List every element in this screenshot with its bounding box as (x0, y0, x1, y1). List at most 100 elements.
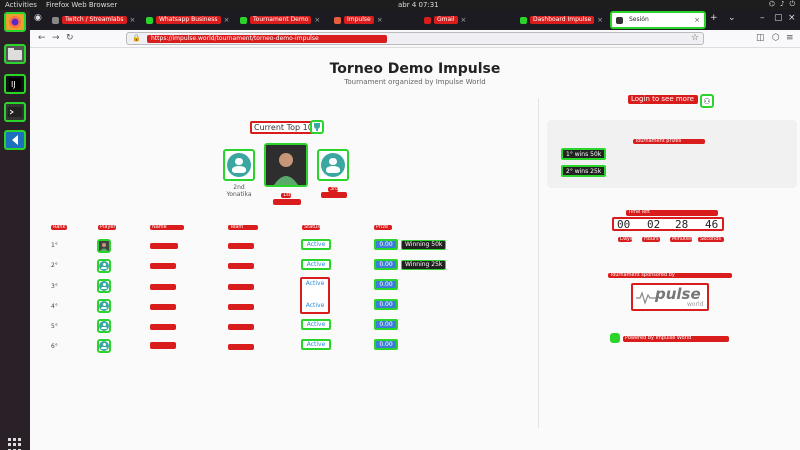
lock-icon: 🔒 (132, 34, 141, 42)
row-4-avatar[interactable] (97, 299, 111, 313)
close-tab-icon[interactable]: × (461, 16, 467, 24)
table-header-name: Name (150, 222, 184, 233)
close-window-icon[interactable]: × (788, 13, 796, 23)
footer-link[interactable]: Powered by Impulse World (623, 336, 729, 342)
row-5-avatar[interactable] (97, 319, 111, 333)
dock-intellij-icon[interactable]: IJ (4, 74, 26, 94)
row-4-status-button[interactable]: Active (304, 302, 326, 309)
network-icon: ⌬ (768, 0, 775, 8)
player-photo-icon (99, 241, 109, 251)
minimize-icon[interactable]: – (760, 13, 765, 23)
tab-5[interactable]: Gmail × (420, 12, 514, 28)
leaderboard-title-wrap: Current Top 10 (250, 121, 317, 134)
power-icon: ⏻ (789, 0, 795, 8)
user-placeholder-icon (227, 153, 251, 177)
prizes-card: Tournament prizes 1° wins 50k 2° wins 25… (547, 120, 797, 188)
show-apps-icon[interactable] (8, 438, 22, 450)
footer-link-wrap[interactable]: Powered by Impulse World (623, 334, 729, 345)
reload-icon[interactable]: ↻ (66, 33, 74, 43)
user-placeholder-icon (99, 261, 109, 271)
table-header-prize: Prize (374, 222, 392, 233)
tab-4[interactable]: Impulse × (330, 12, 418, 28)
row-2-amount-button[interactable]: 0.00 (374, 259, 398, 270)
user-placeholder-icon (321, 153, 345, 177)
forward-icon[interactable]: → (52, 33, 60, 43)
tab-7-active[interactable]: Sesión × (610, 11, 706, 29)
url-bar[interactable]: 🔒 https://impulse.world/tournament/torne… (126, 32, 704, 45)
tab-favicon-icon (52, 16, 59, 24)
back-icon[interactable]: ← (38, 33, 46, 43)
dock-files-icon[interactable] (4, 44, 26, 64)
clock[interactable]: abr 4 07:31 (398, 1, 439, 9)
bookmark-star-icon[interactable]: ☆ (691, 33, 699, 43)
row-2-status-button[interactable]: Active (301, 259, 331, 270)
new-tab-icon[interactable]: + (710, 13, 718, 23)
browser-tab-bar: ◉ Twitch / Streamlabs × Whatsapp Busines… (30, 10, 800, 30)
player-photo-icon (266, 145, 306, 185)
podium-third-name (321, 192, 347, 198)
row-6-amount-button[interactable]: 0.00 (374, 339, 398, 350)
row-6-avatar[interactable] (97, 339, 111, 353)
row-5-amount-button[interactable]: 0.00 (374, 319, 398, 330)
podium-first-name-wrap (273, 197, 301, 208)
table-header-player: Player (98, 225, 116, 230)
row-5-status-button[interactable]: Active (301, 319, 331, 330)
row-5-name (150, 322, 176, 333)
tab-3[interactable]: Tournament Demo × (236, 12, 326, 28)
sponsor-logo[interactable]: pulse world (631, 283, 709, 311)
row-5-team (228, 322, 254, 333)
menu-icon[interactable]: ≡ (786, 33, 794, 43)
prize-2-badge: 2° wins 25k (561, 165, 607, 177)
tab-2[interactable]: Whatsapp Business × (142, 12, 238, 28)
podium-second-avatar[interactable] (223, 149, 255, 181)
login-label: Login to see more (628, 95, 698, 104)
close-tab-icon[interactable]: × (130, 16, 136, 24)
close-tab-icon[interactable]: × (597, 16, 603, 24)
tab-list-icon[interactable]: ⌄ (728, 13, 736, 23)
row-3-amount-button[interactable]: 0.00 (374, 279, 398, 290)
dock-firefox-icon[interactable] (4, 12, 26, 32)
row-4-amount-button[interactable]: 0.00 (374, 299, 398, 310)
close-tab-icon[interactable]: × (377, 16, 383, 24)
timer-seconds: 46 (705, 218, 719, 231)
timer-unit-days: Days (618, 237, 632, 242)
footer-link-icon[interactable] (610, 333, 620, 343)
user-placeholder-icon (99, 301, 109, 311)
close-tab-icon[interactable]: × (694, 16, 700, 24)
system-tray[interactable]: ⌬ ♪ ⏻ (769, 0, 795, 9)
row-3-team (228, 282, 254, 293)
user-placeholder-icon (99, 281, 109, 291)
firefox-view-icon[interactable]: ◉ (34, 13, 42, 23)
podium-second-place: 2nd (233, 184, 245, 191)
podium-third-avatar[interactable] (317, 149, 349, 181)
row-1-avatar[interactable] (97, 239, 111, 253)
row-6-status-button[interactable]: Active (301, 339, 331, 350)
tab-6[interactable]: Dashboard Impulse × (516, 12, 610, 28)
row-1-status-button[interactable]: Active (301, 239, 331, 250)
table-header-team: Team (228, 222, 258, 233)
activities-button[interactable]: Activities (5, 1, 37, 9)
row-1-name (150, 241, 178, 252)
tab-1[interactable]: Twitch / Streamlabs × (48, 12, 148, 28)
login-icon[interactable]: ⚇ (700, 94, 714, 108)
pocket-icon[interactable]: ◫ (756, 33, 765, 43)
app-menu[interactable]: Firefox Web Browser (46, 1, 117, 9)
trophy-icon[interactable] (310, 120, 324, 134)
row-3-avatar[interactable] (97, 279, 111, 293)
dock-vscode-icon[interactable] (4, 130, 26, 150)
timer-unit-hours: Hours (642, 237, 660, 242)
maximize-icon[interactable]: ▢ (774, 13, 783, 23)
podium-first-avatar[interactable] (264, 143, 308, 187)
row-2-team (228, 261, 254, 272)
svg-text:IJ: IJ (11, 80, 16, 89)
close-tab-icon[interactable]: × (314, 16, 320, 24)
row-2-avatar[interactable] (97, 259, 111, 273)
dock-terminal-icon[interactable] (4, 102, 26, 122)
close-tab-icon[interactable]: × (224, 16, 230, 24)
row-3-name (150, 282, 176, 293)
extensions-icon[interactable]: ⬡ (772, 33, 780, 43)
volume-icon: ♪ (779, 0, 785, 8)
row-3-status-button[interactable]: Active (304, 280, 326, 287)
podium-first-name (273, 199, 301, 205)
row-1-amount-button[interactable]: 0.00 (374, 239, 398, 250)
